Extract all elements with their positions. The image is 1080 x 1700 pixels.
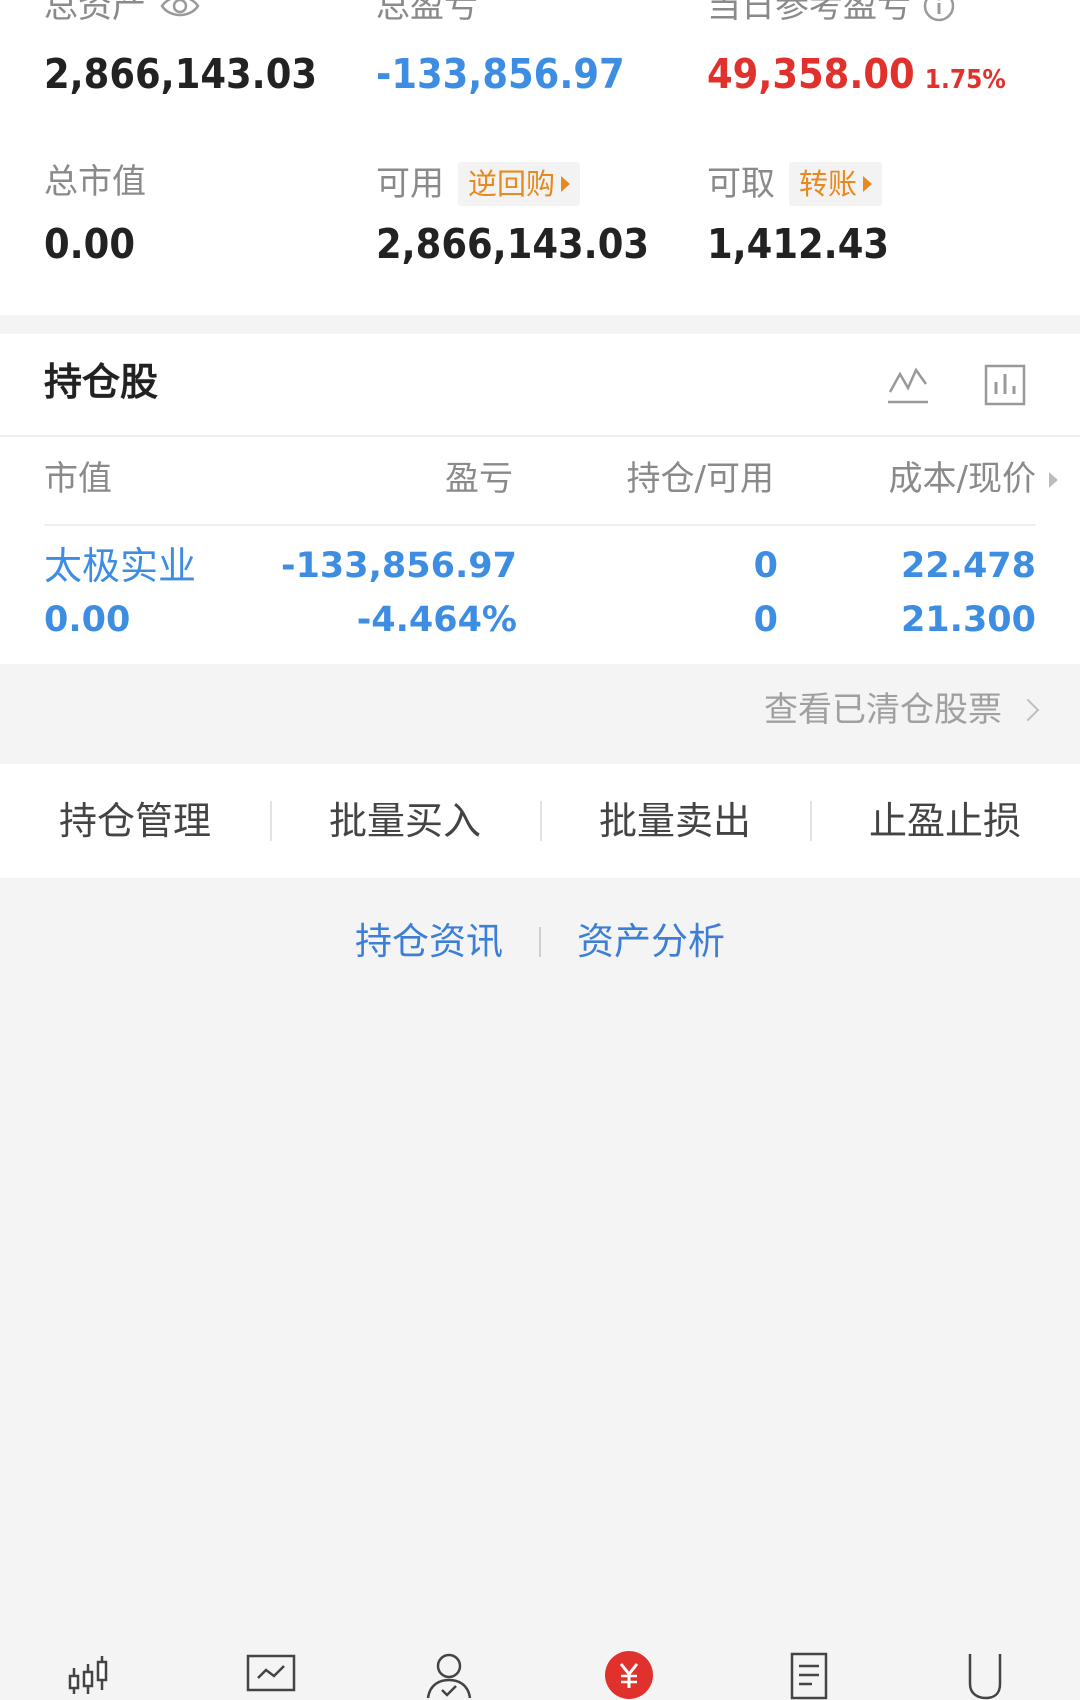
daily-pl-label-text: 当日参考盈亏	[707, 0, 911, 26]
total-assets-label: 总资产	[44, 0, 200, 26]
stock-name[interactable]: 太极实业	[44, 544, 196, 588]
document-icon[interactable]	[784, 1650, 834, 1700]
column-header-position: 持仓/可用	[626, 459, 774, 499]
repo-button[interactable]: 逆回购	[458, 162, 581, 206]
total-assets-label-text: 总资产	[44, 0, 146, 26]
stock-pl-percent: -4.464%	[356, 600, 517, 640]
position-management-button[interactable]: 持仓管理	[0, 797, 270, 845]
divider	[0, 435, 1080, 437]
stock-cost: 22.478	[900, 546, 1036, 586]
caret-right-icon	[561, 176, 571, 192]
bar-chart-icon[interactable]	[984, 364, 1026, 406]
asset-analysis-link[interactable]: 资产分析	[577, 918, 725, 966]
bottom-tab-bar	[0, 1642, 1080, 1700]
batch-buy-button[interactable]: 批量买入	[270, 797, 540, 845]
daily-pl-value: 49,358.00 1.75%	[707, 50, 1006, 104]
repo-button-label: 逆回购	[468, 167, 556, 201]
stock-pl: -133,856.97	[281, 546, 517, 586]
total-pl-value: -133,856.97	[376, 50, 625, 98]
yuan-icon[interactable]	[604, 1650, 654, 1700]
chevron-right-icon	[1016, 698, 1040, 722]
available-label: 可用 逆回购	[376, 162, 581, 206]
market-value-value: 0.00	[44, 220, 136, 268]
take-profit-stop-loss-button[interactable]: 止盈止损	[810, 797, 1080, 845]
caret-right-icon	[863, 176, 873, 192]
daily-pl-label: 当日参考盈亏	[707, 0, 955, 26]
holdings-title: 持仓股	[44, 360, 159, 404]
column-header-pl: 盈亏	[445, 459, 513, 499]
total-pl-label: 总盈亏	[376, 0, 478, 26]
withdrawable-label: 可取 转账	[707, 162, 883, 206]
line-chart-icon[interactable]	[886, 362, 930, 406]
trend-chart-icon[interactable]	[246, 1650, 296, 1700]
available-label-text: 可用	[376, 164, 444, 204]
eye-icon[interactable]	[160, 0, 200, 20]
info-icon[interactable]	[923, 0, 955, 22]
transfer-button[interactable]: 转账	[789, 162, 883, 206]
footer-links: 持仓资讯 资产分析	[0, 918, 1080, 966]
cleared-stocks-link[interactable]: 查看已清仓股票	[764, 688, 1040, 732]
phone-icon[interactable]	[964, 1650, 1014, 1700]
stock-price: 21.300	[900, 600, 1036, 640]
caret-right-icon[interactable]	[1049, 472, 1058, 488]
total-assets-value: 2,866,143.03	[44, 50, 318, 98]
account-summary: 总资产 2,866,143.03 总盈亏 -133,856.97 当日参考盈亏 …	[0, 0, 1080, 315]
holdings-panel: 持仓股 市值 盈亏 持仓/可用 成本/现价 太极实业 -133,856.97 0…	[0, 334, 1080, 664]
column-header-cost-price[interactable]: 成本/现价	[889, 458, 1036, 500]
transfer-button-label: 转账	[799, 167, 858, 201]
stock-position: 0	[753, 546, 778, 586]
cleared-stocks-label: 查看已清仓股票	[764, 690, 1002, 730]
column-header-market-value: 市值	[44, 459, 112, 499]
daily-pl-amount: 49,358.00	[707, 50, 915, 98]
action-bar: 持仓管理 批量买入 批量卖出 止盈止损	[0, 764, 1080, 878]
daily-pl-percent: 1.75%	[924, 65, 1006, 95]
stock-available: 0	[753, 600, 778, 640]
divider	[539, 927, 541, 957]
withdrawable-label-text: 可取	[707, 164, 775, 204]
candlestick-icon[interactable]	[66, 1650, 116, 1700]
user-check-icon[interactable]	[424, 1650, 474, 1700]
divider	[44, 524, 1036, 526]
stock-market-value: 0.00	[44, 600, 131, 640]
withdrawable-value: 1,412.43	[707, 220, 890, 268]
available-value: 2,866,143.03	[376, 220, 650, 268]
holding-news-link[interactable]: 持仓资讯	[355, 918, 503, 966]
batch-sell-button[interactable]: 批量卖出	[540, 797, 810, 845]
market-value-label: 总市值	[44, 162, 146, 202]
